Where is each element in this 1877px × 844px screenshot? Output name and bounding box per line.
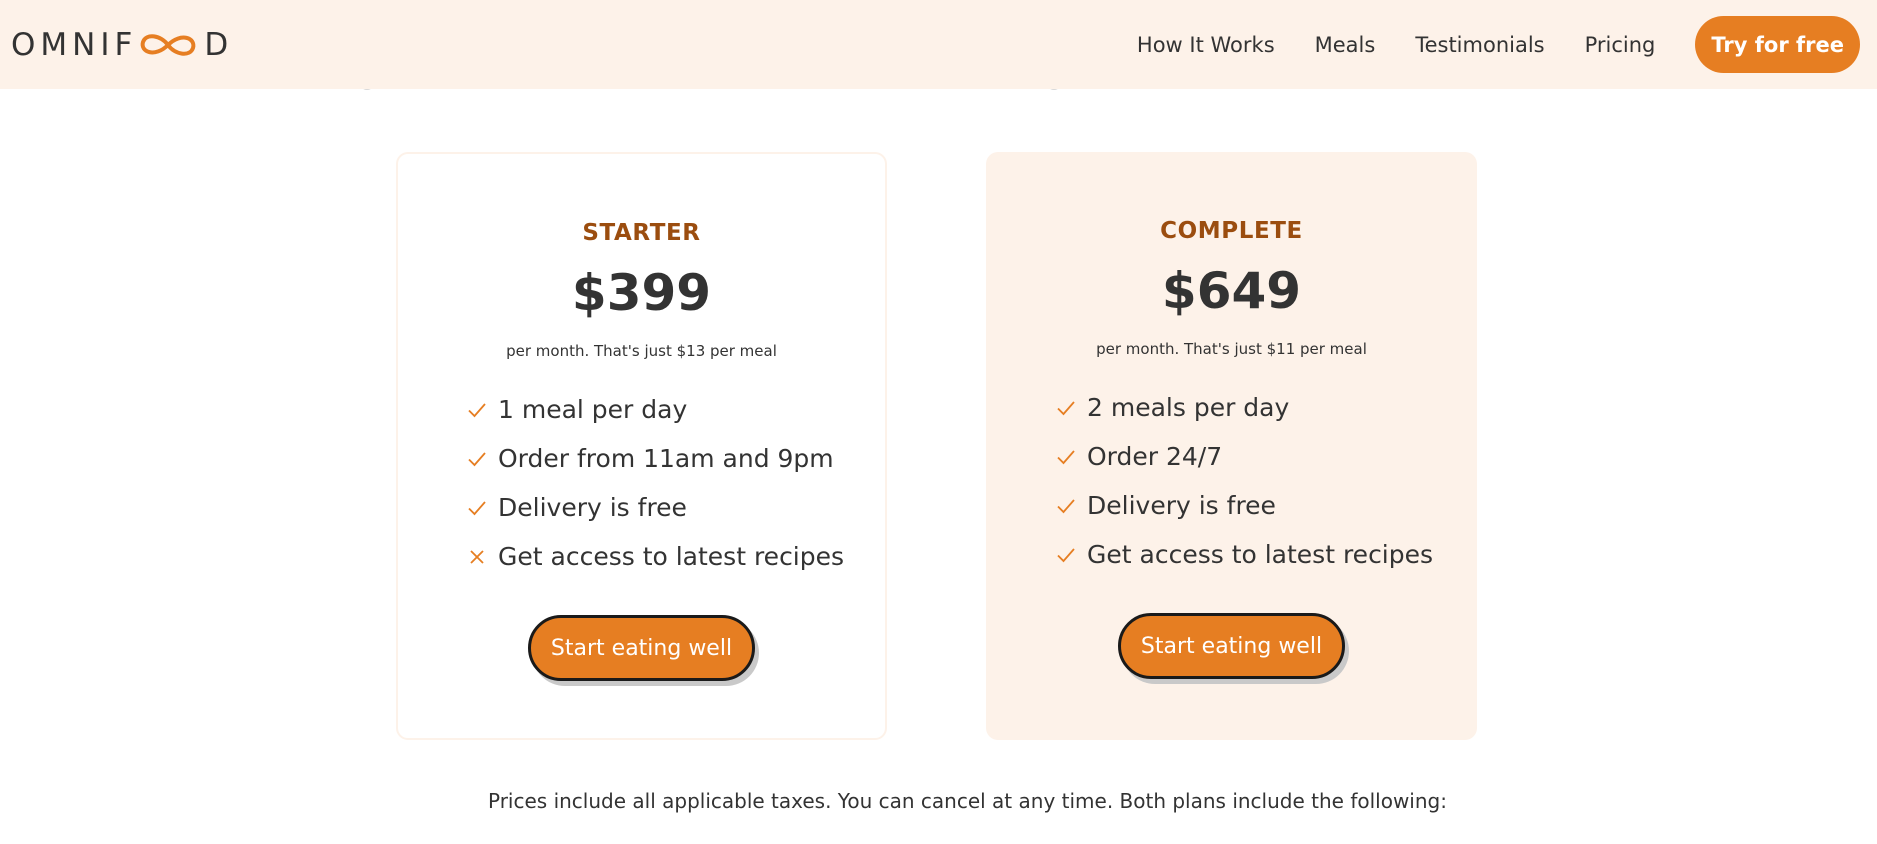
nav-link-testimonials[interactable]: Testimonials xyxy=(1415,33,1544,57)
plan-name: COMPLETE xyxy=(1160,218,1303,244)
check-icon xyxy=(466,448,488,470)
feature-item: Order 24/7 xyxy=(986,432,1477,481)
feature-text: 2 meals per day xyxy=(1087,393,1290,422)
plan-name: STARTER xyxy=(582,220,701,246)
feature-item: Get access to latest recipes xyxy=(986,530,1477,579)
feature-text: Get access to latest recipes xyxy=(1087,540,1434,569)
feature-text: Order from 11am and 9pm xyxy=(498,444,834,473)
feature-item: Delivery is free xyxy=(398,483,885,532)
plan-price: $649 xyxy=(1161,262,1302,320)
feature-item: Delivery is free xyxy=(986,481,1477,530)
check-icon xyxy=(466,399,488,421)
check-icon xyxy=(1055,397,1077,419)
check-icon xyxy=(1055,544,1077,566)
infinity-logo-icon xyxy=(141,33,196,56)
feature-item: Order from 11am and 9pm xyxy=(398,434,885,483)
plan-price-subtitle: per month. That's just $13 per meal xyxy=(506,342,777,360)
feature-text: Get access to latest recipes xyxy=(498,542,845,571)
feature-list: 2 meals per day Order 24/7 Delivery is f… xyxy=(986,383,1477,579)
feature-list: 1 meal per day Order from 11am and 9pm D… xyxy=(398,385,885,581)
plan-price-subtitle: per month. That's just $11 per meal xyxy=(1096,340,1367,358)
feature-text: Order 24/7 xyxy=(1087,442,1223,471)
feature-item: 2 meals per day xyxy=(986,383,1477,432)
pricing-card-starter: STARTER $399 per month. That's just $13 … xyxy=(396,152,887,740)
pricing-card-complete: COMPLETE $649 per month. That's just $11… xyxy=(986,152,1477,740)
feature-text: Delivery is free xyxy=(498,493,687,522)
logo-text-left: OMNIF xyxy=(11,26,138,63)
feature-item: 1 meal per day xyxy=(398,385,885,434)
main-nav: How It Works Meals Testimonials Pricing … xyxy=(1137,16,1860,73)
feature-text: 1 meal per day xyxy=(498,395,688,424)
feature-item: Get access to latest recipes xyxy=(398,532,885,581)
omnifood-logo[interactable]: OMNIF D xyxy=(11,27,233,63)
start-eating-well-button[interactable]: Start eating well xyxy=(1118,613,1345,679)
close-icon xyxy=(466,546,488,568)
feature-text: Delivery is free xyxy=(1087,491,1276,520)
check-icon xyxy=(1055,446,1077,468)
nav-link-pricing[interactable]: Pricing xyxy=(1585,33,1656,57)
nav-link-how-it-works[interactable]: How It Works xyxy=(1137,33,1275,57)
site-header: OMNIF D How It Works Meals Testimonials … xyxy=(0,0,1877,89)
pricing-footnote: Prices include all applicable taxes. You… xyxy=(488,789,1447,813)
nav-link-meals[interactable]: Meals xyxy=(1315,33,1376,57)
check-icon xyxy=(466,497,488,519)
logo-text-right: D xyxy=(204,26,234,63)
start-eating-well-button[interactable]: Start eating well xyxy=(528,615,755,681)
try-for-free-button[interactable]: Try for free xyxy=(1695,16,1860,73)
plan-price: $399 xyxy=(571,264,712,322)
check-icon xyxy=(1055,495,1077,517)
